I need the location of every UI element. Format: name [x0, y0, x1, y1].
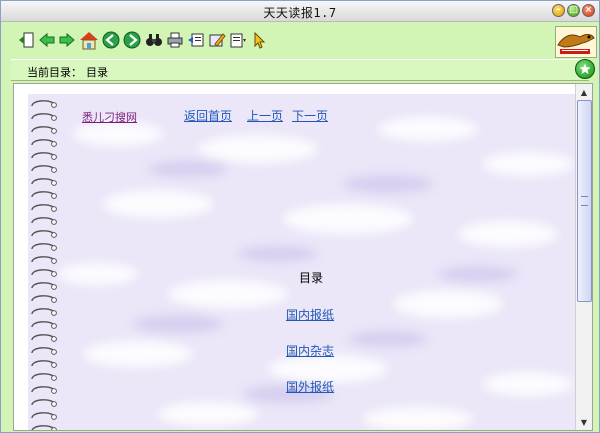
- ring: [31, 425, 55, 430]
- ring-hole: [51, 154, 57, 160]
- ring: [31, 100, 55, 107]
- edit-icon[interactable]: [208, 31, 226, 49]
- ring-hole: [51, 388, 57, 394]
- ring-hole: [51, 232, 57, 238]
- ring: [31, 308, 55, 315]
- ring: [31, 334, 55, 341]
- ring: [31, 321, 55, 328]
- window-title: 天天读报1.7: [263, 6, 337, 20]
- ring-hole: [51, 245, 57, 251]
- close-button[interactable]: ×: [582, 4, 595, 17]
- scroll-thumb[interactable]: [577, 100, 592, 302]
- toolbar: [1, 22, 599, 58]
- forward-icon[interactable]: [58, 31, 76, 49]
- exit-icon[interactable]: [17, 31, 35, 49]
- print-icon[interactable]: [166, 31, 184, 49]
- content-frame: 悉儿刁搜网 返回首页 上一页 下一页 目录 国内报纸 国内杂志 国外报纸 ▲ ▼: [13, 83, 593, 431]
- ring-hole: [51, 206, 57, 212]
- ring: [31, 243, 55, 250]
- ring-hole: [51, 102, 57, 108]
- notebook-page: 悉儿刁搜网 返回首页 上一页 下一页 目录 国内报纸 国内杂志 国外报纸: [28, 94, 578, 430]
- ring-hole: [51, 336, 57, 342]
- ring: [31, 178, 55, 185]
- ring-hole: [51, 258, 57, 264]
- ring-hole: [51, 362, 57, 368]
- ring: [31, 269, 55, 276]
- ring-hole: [51, 414, 57, 420]
- ring-hole: [51, 310, 57, 316]
- prev-page-link[interactable]: 上一页: [247, 107, 283, 124]
- location-value: 目录: [86, 66, 108, 79]
- ring: [31, 152, 55, 159]
- page-heading: 目录: [299, 271, 324, 285]
- ring: [31, 230, 55, 237]
- ring: [31, 113, 55, 120]
- title-bar[interactable]: 天天读报1.7 – □ ×: [1, 1, 599, 22]
- ring-hole: [51, 219, 57, 225]
- ring: [31, 412, 55, 419]
- link-domestic-magazines[interactable]: 国内杂志: [286, 342, 334, 359]
- ring: [31, 191, 55, 198]
- pointer-icon[interactable]: [251, 31, 269, 49]
- location-label: 当前目录：: [27, 66, 82, 79]
- app-window: 天天读报1.7 – □ × 当前目录： 目录 悉儿刁搜网 返回首页 上一页 下一…: [0, 0, 600, 433]
- app-logo: [555, 26, 597, 58]
- ring-hole: [51, 128, 57, 134]
- ring: [31, 360, 55, 367]
- ring: [31, 386, 55, 393]
- star-icon[interactable]: [575, 59, 595, 79]
- ring-hole: [51, 401, 57, 407]
- ring-hole: [51, 193, 57, 199]
- link-foreign-newspapers[interactable]: 国外报纸: [286, 378, 334, 395]
- home-icon[interactable]: [78, 29, 100, 51]
- window-controls: – □ ×: [552, 4, 595, 17]
- ring-hole: [51, 167, 57, 173]
- ring: [31, 165, 55, 172]
- prev-circle-icon[interactable]: [102, 31, 120, 49]
- ring: [31, 399, 55, 406]
- maximize-button[interactable]: □: [567, 4, 580, 17]
- ring: [31, 217, 55, 224]
- ring-hole: [51, 141, 57, 147]
- settings-icon[interactable]: [229, 31, 247, 49]
- brand-link[interactable]: 悉儿刁搜网: [82, 109, 137, 125]
- ring-hole: [51, 271, 57, 277]
- ring-hole: [51, 297, 57, 303]
- ring-hole: [51, 427, 57, 430]
- next-circle-icon[interactable]: [123, 31, 141, 49]
- spiral-binding: [31, 100, 57, 430]
- ring: [31, 126, 55, 133]
- ring: [31, 347, 55, 354]
- next-page-link[interactable]: 下一页: [292, 107, 328, 124]
- ring-hole: [51, 180, 57, 186]
- scroll-up-icon[interactable]: ▲: [577, 85, 591, 99]
- ring: [31, 282, 55, 289]
- ring-hole: [51, 375, 57, 381]
- home-link[interactable]: 返回首页: [184, 107, 232, 124]
- ring: [31, 256, 55, 263]
- ring-hole: [51, 349, 57, 355]
- location-bar: 当前目录： 目录: [11, 59, 595, 81]
- import-icon[interactable]: [187, 31, 205, 49]
- ring-hole: [51, 115, 57, 121]
- vertical-scrollbar[interactable]: ▲ ▼: [575, 84, 592, 430]
- ring: [31, 373, 55, 380]
- ring-hole: [51, 323, 57, 329]
- minimize-button[interactable]: –: [552, 4, 565, 17]
- ring: [31, 204, 55, 211]
- ring: [31, 139, 55, 146]
- scroll-down-icon[interactable]: ▼: [577, 415, 591, 429]
- search-binoculars-icon[interactable]: [145, 31, 163, 49]
- ring-hole: [51, 284, 57, 290]
- back-icon[interactable]: [38, 31, 56, 49]
- link-domestic-newspapers[interactable]: 国内报纸: [286, 306, 334, 323]
- ring: [31, 295, 55, 302]
